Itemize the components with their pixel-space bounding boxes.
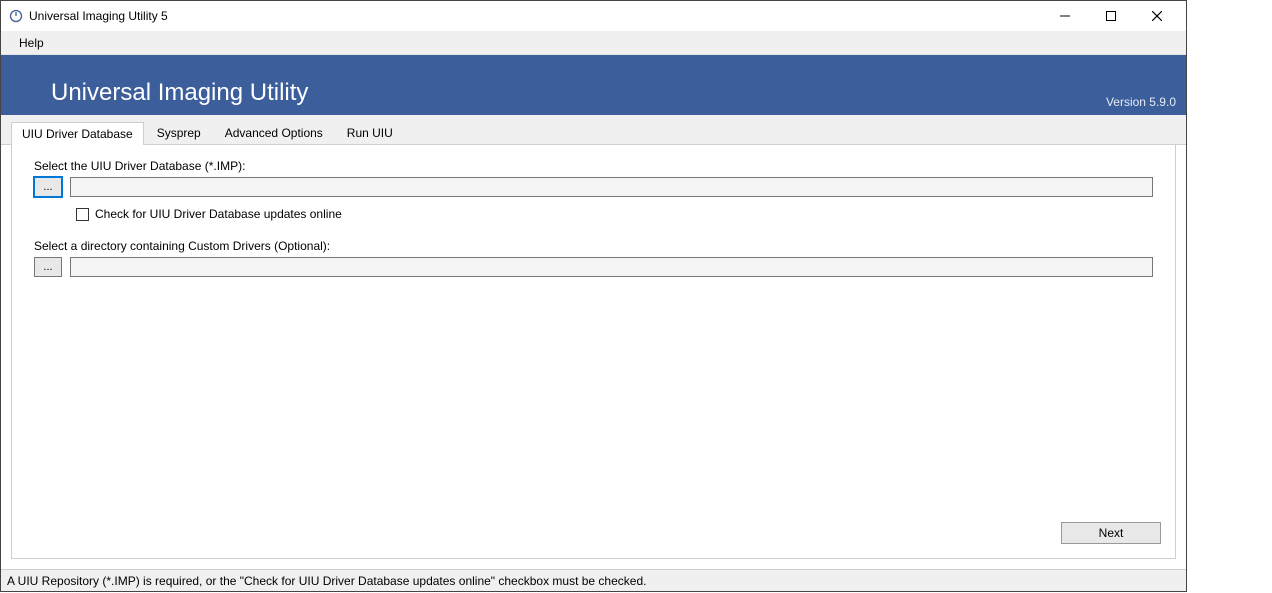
statusbar: A UIU Repository (*.IMP) is required, or… [1, 569, 1186, 591]
custom-path-input[interactable] [70, 257, 1153, 277]
banner: Universal Imaging Utility Version 5.9.0 [1, 55, 1186, 115]
custom-label: Select a directory containing Custom Dri… [34, 239, 1153, 253]
titlebar: Universal Imaging Utility 5 [1, 1, 1186, 31]
menubar: Help [1, 31, 1186, 55]
menu-help[interactable]: Help [11, 34, 52, 52]
tab-content: Select the UIU Driver Database (*.IMP): … [11, 145, 1176, 559]
banner-version: Version 5.9.0 [1106, 95, 1176, 109]
browse-db-button[interactable]: ... [34, 177, 62, 197]
banner-title: Universal Imaging Utility [1, 79, 1186, 107]
check-updates-row: Check for UIU Driver Database updates on… [76, 207, 1153, 221]
status-text: A UIU Repository (*.IMP) is required, or… [7, 574, 646, 588]
window-title: Universal Imaging Utility 5 [29, 9, 1042, 23]
tab-sysprep[interactable]: Sysprep [146, 121, 212, 144]
tab-driver-database[interactable]: UIU Driver Database [11, 122, 144, 145]
tab-advanced-options[interactable]: Advanced Options [214, 121, 334, 144]
check-updates-label: Check for UIU Driver Database updates on… [95, 207, 342, 221]
custom-row: ... [34, 257, 1153, 277]
db-label: Select the UIU Driver Database (*.IMP): [34, 159, 1153, 173]
next-button[interactable]: Next [1061, 522, 1161, 544]
browse-custom-button[interactable]: ... [34, 257, 62, 277]
minimize-button[interactable] [1042, 1, 1088, 31]
close-button[interactable] [1134, 1, 1180, 31]
window-controls [1042, 1, 1180, 31]
app-icon [9, 9, 23, 23]
tab-strip: UIU Driver Database Sysprep Advanced Opt… [1, 115, 1186, 145]
app-window: Universal Imaging Utility 5 Help Univers… [0, 0, 1187, 592]
db-row: ... [34, 177, 1153, 197]
maximize-button[interactable] [1088, 1, 1134, 31]
db-path-input[interactable] [70, 177, 1153, 197]
check-updates-checkbox[interactable] [76, 208, 89, 221]
tab-run-uiu[interactable]: Run UIU [336, 121, 404, 144]
